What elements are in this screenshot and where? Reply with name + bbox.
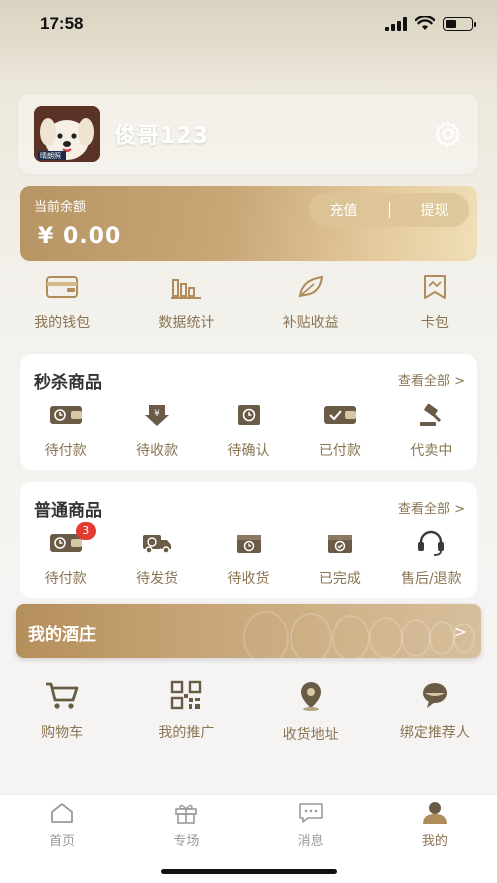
tab-home-label: 首页 <box>49 834 76 849</box>
normal-pending-delivery-label: 待收货 <box>227 571 270 587</box>
box-check-icon <box>323 530 357 556</box>
normal-pending-delivery[interactable]: 待收货 <box>203 530 294 588</box>
chevron-right-icon: > <box>453 622 467 641</box>
svg-text:晴朗照: 晴朗照 <box>40 151 61 160</box>
recharge-button[interactable]: 充值 <box>320 200 368 220</box>
home-icon <box>48 801 76 825</box>
tab-mine-label: 我的 <box>421 834 448 849</box>
profile-card: 晴朗照 俊哥123 <box>18 94 478 174</box>
normal-goods-status-row: 3 待付款 待发货 待收货 已完成 售后/退款 <box>20 522 477 588</box>
cart-button[interactable]: 购物车 <box>0 680 124 742</box>
promotion-label: 我的推广 <box>158 725 215 741</box>
tab-special-label: 专场 <box>173 834 200 849</box>
flash-pending-receipt[interactable]: ¥ 待收款 <box>111 402 202 460</box>
user-icon <box>421 801 449 825</box>
location-pin-icon <box>293 680 329 712</box>
tab-messages-label: 消息 <box>297 834 324 849</box>
message-icon <box>297 801 325 825</box>
balance-value: ¥ 0.00 <box>38 224 122 249</box>
address-button[interactable]: 收货地址 <box>249 680 373 743</box>
flash-paid-label: 已付款 <box>318 443 361 459</box>
normal-goods-view-all[interactable]: 查看全部 > <box>398 498 465 517</box>
wallet-clock-icon <box>49 402 83 428</box>
stats-button[interactable]: 数据统计 <box>124 272 248 334</box>
flash-sale-view-all[interactable]: 查看全部 > <box>398 370 465 389</box>
username: 俊哥123 <box>114 124 209 149</box>
tools-row: 购物车 我的推广 收货地址 绑定推荐人 <box>0 680 497 743</box>
address-label: 收货地址 <box>282 727 339 743</box>
divider <box>388 202 390 218</box>
bind-referrer-button[interactable]: 绑定推荐人 <box>373 680 497 742</box>
normal-completed-label: 已完成 <box>318 571 361 587</box>
subsidy-button[interactable]: 补贴收益 <box>249 272 373 334</box>
card-bag-button[interactable]: 卡包 <box>373 272 497 334</box>
flash-pending-confirm-label: 待确认 <box>227 443 270 459</box>
normal-goods-section: 普通商品 查看全部 > 3 待付款 待发货 待收货 已完成 售后/退款 <box>20 482 477 598</box>
subsidy-label: 补贴收益 <box>282 315 339 331</box>
promotion-button[interactable]: 我的推广 <box>124 680 248 742</box>
tab-mine[interactable]: 我的 <box>373 795 497 883</box>
pending-payment-badge: 3 <box>75 522 96 540</box>
normal-pending-payment-label: 待付款 <box>44 571 87 587</box>
box-clock-icon <box>232 530 266 556</box>
flash-reselling-label: 代卖中 <box>410 443 453 459</box>
flash-sale-title: 秒杀商品 <box>34 373 102 393</box>
dog-avatar-image: 晴朗照 <box>34 106 100 162</box>
wallet-icon <box>44 272 80 302</box>
flash-pending-payment[interactable]: 待付款 <box>20 402 111 460</box>
flash-reselling[interactable]: 代卖中 <box>386 402 477 460</box>
gear-icon[interactable] <box>434 120 462 148</box>
balance-actions: 充值 提现 <box>309 193 469 227</box>
battery-icon <box>443 16 476 31</box>
auction-hammer-icon <box>414 402 448 428</box>
wifi-icon <box>415 16 435 30</box>
normal-completed[interactable]: 已完成 <box>294 530 385 588</box>
normal-pending-shipment[interactable]: 待发货 <box>111 530 202 588</box>
chat-bubble-icon <box>417 680 453 710</box>
headset-icon <box>414 530 448 556</box>
card-bag-icon <box>417 272 453 302</box>
yen-down-icon: ¥ <box>140 402 174 428</box>
qr-code-icon <box>168 680 204 710</box>
bar-chart-icon <box>168 272 204 302</box>
status-bar: 17:58 <box>0 0 497 50</box>
flash-sale-section: 秒杀商品 查看全部 > 待付款 ¥ 待收款 待确认 已付款 代卖中 <box>20 354 477 470</box>
flash-pending-payment-label: 待付款 <box>44 443 87 459</box>
home-indicator <box>161 869 337 874</box>
normal-pending-shipment-label: 待发货 <box>136 571 179 587</box>
status-icons <box>385 16 476 31</box>
card-bag-label: 卡包 <box>420 315 449 331</box>
cart-icon <box>44 680 80 710</box>
balance-label: 当前余额 <box>34 200 87 215</box>
gift-icon <box>172 801 200 825</box>
flash-paid[interactable]: 已付款 <box>294 402 385 460</box>
my-winery-banner[interactable]: 我的酒庄 > <box>16 604 481 658</box>
balance-card: 当前余额 ¥ 0.00 充值 提现 <box>20 186 477 261</box>
clock-box-icon <box>232 402 266 428</box>
tab-home[interactable]: 首页 <box>0 795 124 883</box>
wallet-check-icon <box>323 402 357 428</box>
leaf-icon <box>293 272 329 302</box>
normal-pending-payment[interactable]: 3 待付款 <box>20 522 111 588</box>
cart-label: 购物车 <box>41 725 84 741</box>
normal-after-sales[interactable]: 售后/退款 <box>386 530 477 588</box>
wallet-button[interactable]: 我的钱包 <box>0 272 124 334</box>
flash-sale-status-row: 待付款 ¥ 待收款 待确认 已付款 代卖中 <box>20 402 477 460</box>
truck-icon <box>140 530 174 556</box>
withdraw-button[interactable]: 提现 <box>411 200 459 220</box>
flash-pending-confirm[interactable]: 待确认 <box>203 402 294 460</box>
my-winery-title: 我的酒庄 <box>28 625 96 645</box>
flash-pending-receipt-label: 待收款 <box>136 443 179 459</box>
bind-referrer-label: 绑定推荐人 <box>399 725 470 741</box>
normal-goods-title: 普通商品 <box>34 501 102 521</box>
signal-icon <box>385 16 407 31</box>
stats-label: 数据统计 <box>158 315 215 331</box>
normal-after-sales-label: 售后/退款 <box>400 571 462 587</box>
svg-text:¥: ¥ <box>154 409 160 419</box>
avatar[interactable]: 晴朗照 <box>34 106 100 162</box>
quick-actions: 我的钱包 数据统计 补贴收益 卡包 <box>0 272 497 334</box>
status-time: 17:58 <box>40 14 84 33</box>
wallet-label: 我的钱包 <box>34 315 91 331</box>
